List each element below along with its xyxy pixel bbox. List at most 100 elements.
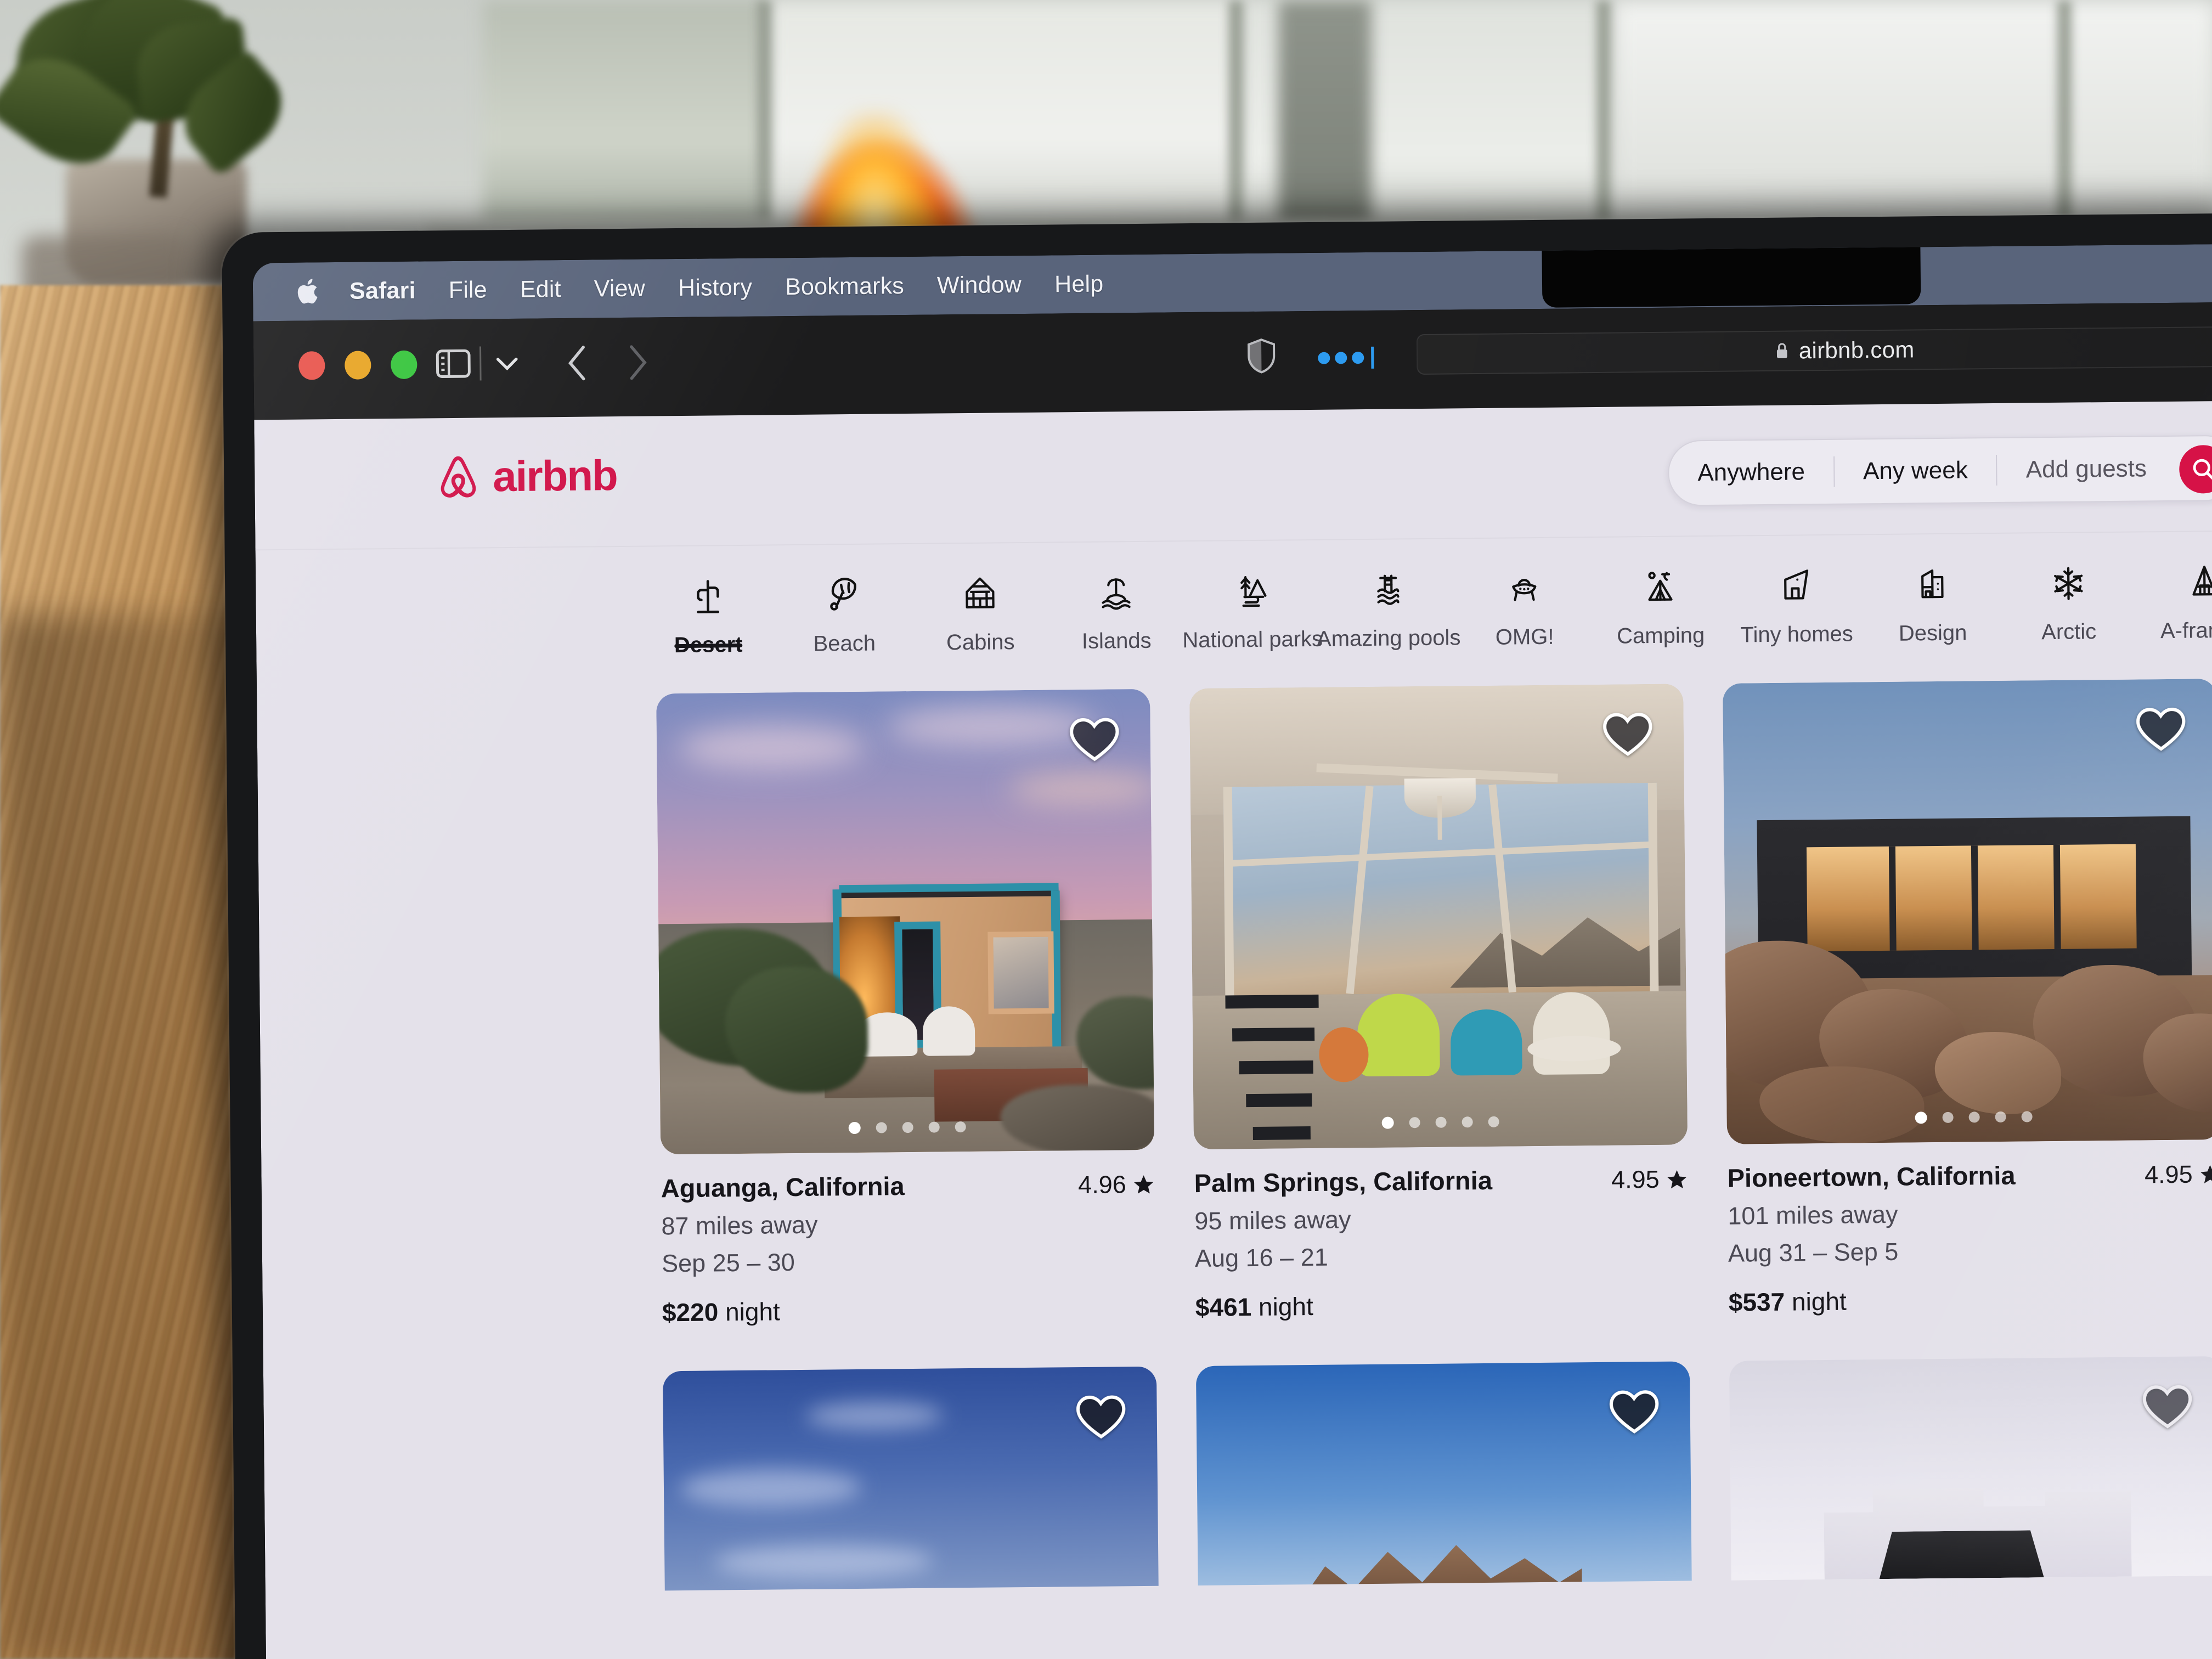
category-a-frames[interactable]: A-frames [2136, 531, 2212, 644]
heart-icon[interactable] [1609, 1388, 1660, 1436]
tent-icon [1648, 572, 1673, 601]
star-icon [1134, 1175, 1154, 1194]
tiny-home-icon [1784, 569, 1809, 600]
listing-photo[interactable] [662, 1366, 1159, 1591]
heart-icon[interactable] [2135, 706, 2186, 753]
search-button[interactable] [2179, 444, 2212, 494]
chevron-down-icon[interactable] [496, 355, 518, 373]
listing-grid: Aguanga, California 4.96 87 miles away S… [257, 678, 2212, 1331]
window-controls [298, 350, 417, 380]
window-pane-d [1613, 0, 2212, 247]
listing-dates: Sep 25 – 30 [661, 1248, 795, 1278]
listing-card[interactable] [1195, 1361, 1692, 1586]
heart-icon[interactable] [1069, 715, 1120, 763]
category-label: OMG! [1495, 624, 1554, 650]
category-amazing-pools[interactable]: Amazing pools [1317, 539, 1461, 651]
category-desert[interactable]: Desert [640, 545, 777, 658]
search-location[interactable]: Anywhere [1669, 458, 1833, 487]
search-dates[interactable]: Any week [1835, 456, 1996, 486]
category-islands[interactable]: Islands [1047, 541, 1184, 654]
listing-photo[interactable] [1189, 684, 1688, 1150]
listing-card[interactable]: Palm Springs, California 4.95 95 miles a… [1189, 684, 1689, 1322]
laptop-device: Safari File Edit View History Bookmarks … [222, 213, 2212, 1659]
listing-title: Palm Springs, California [1194, 1165, 1493, 1198]
price-unit: night [725, 1297, 781, 1327]
category-national-parks[interactable]: National parks [1182, 540, 1323, 653]
listing-card[interactable]: Pioneertown, California 4.95 101 miles a… [1723, 679, 2212, 1317]
address-bar[interactable]: airbnb.com [1416, 326, 2212, 375]
photo-pagination[interactable] [1915, 1110, 2033, 1124]
category-omg[interactable]: OMG! [1455, 538, 1593, 650]
category-label: Cabins [946, 630, 1015, 655]
minimize-button[interactable] [345, 351, 371, 380]
price-amount: $220 [662, 1297, 719, 1327]
listing-rating: 4.95 [2145, 1160, 2212, 1189]
heart-icon[interactable] [1602, 710, 1653, 758]
category-label: Camping [1616, 623, 1705, 648]
category-beach[interactable]: Beach [776, 544, 913, 657]
listing-photo[interactable] [1729, 1356, 2212, 1581]
menu-item-safari[interactable]: Safari [333, 277, 432, 305]
category-arctic[interactable]: Arctic [2000, 533, 2137, 645]
category-cabins[interactable]: Cabins [912, 543, 1049, 656]
close-button[interactable] [298, 351, 325, 380]
listing-info: Pioneertown, California 4.95 101 miles a… [1727, 1139, 2212, 1317]
apple-logo-icon[interactable] [296, 276, 321, 306]
cabin-icon [966, 577, 995, 609]
menu-item-view[interactable]: View [578, 275, 662, 302]
listing-info: Palm Springs, California 4.95 95 miles a… [1194, 1144, 1689, 1322]
category-tiny-homes[interactable]: Tiny homes [1728, 535, 1865, 647]
listing-card[interactable]: Aguanga, California 4.96 87 miles away S… [656, 689, 1156, 1328]
menu-item-window[interactable]: Window [921, 271, 1039, 299]
search-icon [2193, 459, 2212, 480]
menu-item-bookmarks[interactable]: Bookmarks [769, 272, 921, 301]
heart-icon[interactable] [2142, 1383, 2193, 1431]
menu-item-edit[interactable]: Edit [504, 275, 578, 303]
listing-card[interactable] [1729, 1356, 2212, 1581]
extensions-icon[interactable] [1318, 346, 1374, 369]
pool-waves-icon [1377, 574, 1400, 605]
category-label: Islands [1081, 628, 1152, 653]
lock-icon [1776, 343, 1787, 358]
listing-price: $220 night [662, 1293, 1156, 1328]
menu-item-file[interactable]: File [432, 276, 504, 304]
category-label: Amazing pools [1316, 625, 1461, 651]
listing-title: Aguanga, California [661, 1171, 905, 1203]
category-label: Tiny homes [1740, 622, 1853, 647]
island-palm-icon [1102, 578, 1131, 610]
listing-dates: Aug 31 – Sep 5 [1728, 1237, 1899, 1267]
listing-card[interactable] [662, 1366, 1159, 1591]
airbnb-belo-icon[interactable] [436, 453, 481, 501]
search-guests[interactable]: Add guests [1997, 455, 2176, 484]
macbook-notch [1542, 247, 1921, 308]
menu-item-help[interactable]: Help [1038, 270, 1120, 298]
sidebar-icon[interactable] [435, 346, 472, 382]
photo-pagination[interactable] [1381, 1116, 1499, 1129]
rating-value: 4.95 [1611, 1165, 1660, 1194]
photo-pagination[interactable] [848, 1121, 966, 1135]
heart-icon[interactable] [1075, 1393, 1126, 1441]
shield-icon[interactable] [1246, 338, 1277, 375]
category-label: Arctic [2041, 619, 2097, 645]
active-indicator [674, 643, 743, 648]
search-bar[interactable]: Anywhere Any week Add guests [1667, 435, 2212, 506]
airbnb-logo[interactable]: airbnb [436, 450, 617, 502]
window-mullion [2057, 0, 2072, 230]
listing-photo[interactable] [656, 689, 1155, 1155]
category-camping[interactable]: Camping [1592, 537, 1729, 649]
a-frame-icon [2192, 566, 2212, 596]
forward-arrow-icon[interactable] [627, 345, 649, 380]
listing-photo[interactable] [1195, 1361, 1692, 1586]
listing-distance: 101 miles away [1728, 1200, 1898, 1230]
back-arrow-icon[interactable] [566, 346, 589, 381]
listing-price: $537 night [1729, 1283, 2212, 1317]
rating-value: 4.96 [1077, 1170, 1126, 1199]
zoom-button[interactable] [391, 350, 417, 380]
category-nav: Desert Beach Cabins Islands National par… [256, 531, 2212, 694]
category-design[interactable]: Design [1864, 534, 2001, 646]
menu-item-history[interactable]: History [662, 274, 769, 302]
rating-value: 4.95 [2144, 1160, 2193, 1189]
mountain-tree-icon [1240, 576, 1267, 607]
star-icon [2200, 1165, 2212, 1184]
listing-photo[interactable] [1723, 679, 2212, 1144]
